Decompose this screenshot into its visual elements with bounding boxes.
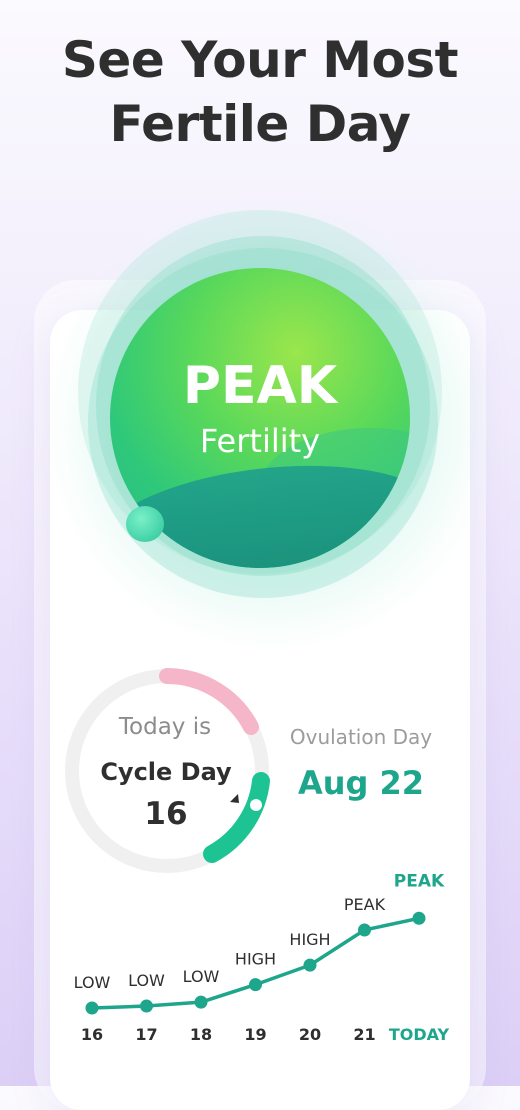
trend-point (85, 1001, 99, 1015)
ovulation-day-date[interactable]: Aug 22 (286, 764, 436, 802)
today-is-label: Today is (118, 714, 212, 740)
page-headline: See Your Most Fertile Day (0, 28, 520, 156)
bubble-decoration (126, 506, 164, 542)
trend-point (303, 958, 317, 972)
trend-day-label: 17 (135, 1025, 157, 1044)
trend-level-label: PEAK (394, 871, 445, 891)
headline-line-2: Fertile Day (109, 95, 412, 153)
trend-level-label: LOW (128, 971, 165, 990)
trend-day-label: 21 (353, 1025, 375, 1044)
trend-day-label: 20 (299, 1025, 321, 1044)
today-pointer-icon (230, 794, 239, 803)
trend-day-label: 16 (81, 1025, 103, 1044)
trend-level-label: LOW (183, 967, 220, 986)
fertile-window-arc (203, 772, 270, 863)
trend-point (194, 995, 208, 1009)
trend-point (412, 911, 426, 925)
cycle-day-label: Cycle Day (100, 758, 232, 786)
trend-day-label: 18 (190, 1025, 212, 1044)
trend-level-label: PEAK (344, 895, 386, 914)
fertility-level: PEAK (182, 356, 338, 416)
ovulation-day-label: Ovulation Day (289, 725, 433, 749)
fertility-label: Fertility (199, 422, 321, 460)
fertility-trend-chart: LOW 16 LOW 17 LOW 18 HIGH 19 HIGH 20 PEAK 21 PEAK TOD… (74, 871, 450, 1044)
trend-today-label: TODAY (389, 1025, 450, 1044)
trend-level-label: HIGH (289, 930, 330, 949)
current-day-marker (250, 799, 262, 811)
headline-line-1: See Your Most (61, 31, 459, 89)
trend-level-label: LOW (74, 973, 111, 992)
cycle-day-number: 16 (144, 796, 188, 832)
trend-point (358, 923, 371, 937)
trend-point (140, 999, 153, 1013)
trend-point (249, 978, 262, 992)
trend-day-label: 19 (244, 1025, 266, 1044)
trend-level-label: HIGH (235, 950, 276, 969)
